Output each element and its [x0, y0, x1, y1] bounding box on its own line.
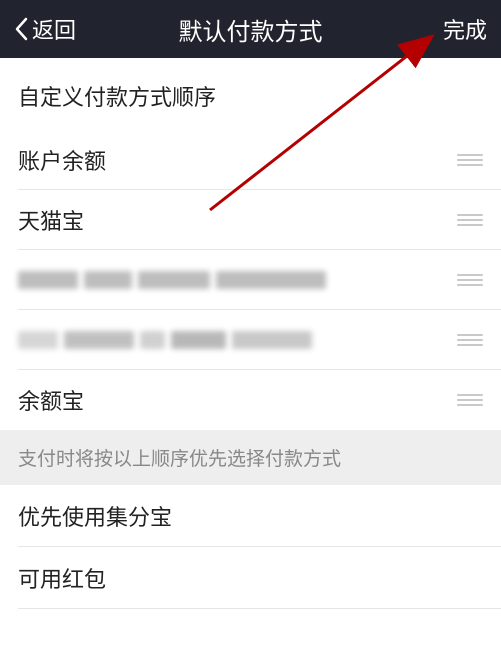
drag-handle-icon[interactable]: [457, 274, 483, 286]
section-header: 自定义付款方式顺序: [0, 58, 501, 130]
drag-handle-icon[interactable]: [457, 394, 483, 406]
redacted-payment-label: [18, 331, 437, 349]
option-label: 优先使用集分宝: [18, 500, 172, 532]
payment-label: 账户余额: [18, 144, 106, 176]
payment-label: 余额宝: [18, 384, 84, 416]
list-item[interactable]: 天猫宝: [0, 190, 501, 250]
list-item[interactable]: [0, 250, 501, 310]
done-button[interactable]: 完成: [443, 13, 487, 45]
drag-handle-icon[interactable]: [457, 154, 483, 166]
redacted-payment-label: [18, 271, 437, 289]
option-label: 可用红包: [18, 562, 106, 594]
extra-options-list: 优先使用集分宝 可用红包: [0, 485, 501, 609]
drag-handle-icon[interactable]: [457, 334, 483, 346]
order-hint: 支付时将按以上顺序优先选择付款方式: [0, 430, 501, 485]
list-item[interactable]: 优先使用集分宝: [0, 485, 501, 547]
list-item[interactable]: 账户余额: [0, 130, 501, 190]
header-bar: 返回 默认付款方式 完成: [0, 0, 501, 58]
list-item[interactable]: [0, 310, 501, 370]
payment-label: 天猫宝: [18, 204, 84, 236]
list-item[interactable]: 可用红包: [0, 547, 501, 609]
back-label: 返回: [32, 13, 76, 45]
page-title: 默认付款方式: [179, 12, 323, 47]
payment-order-list: 账户余额 天猫宝 余额宝: [0, 130, 501, 430]
chevron-left-icon: [14, 17, 28, 41]
drag-handle-icon[interactable]: [457, 214, 483, 226]
back-button[interactable]: 返回: [14, 13, 76, 45]
list-item[interactable]: 余额宝: [0, 370, 501, 430]
